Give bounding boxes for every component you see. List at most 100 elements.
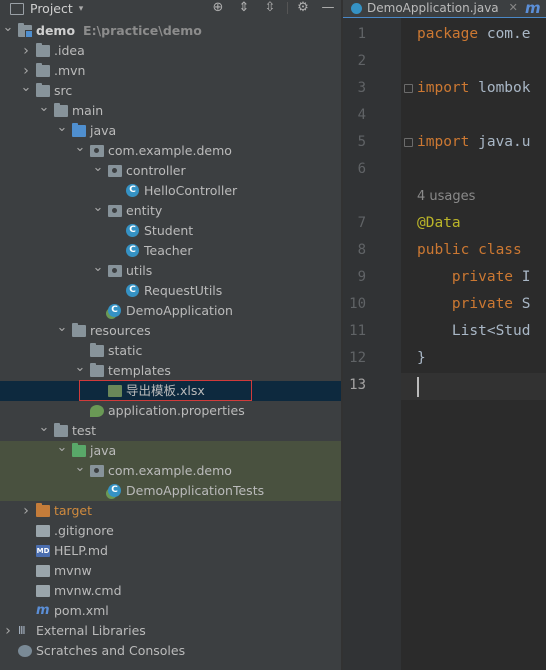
tree-item-demoapplication[interactable]: C DemoApplication — [0, 301, 341, 321]
code-line: import java.u — [417, 129, 531, 156]
spring-class-icon — [351, 2, 362, 14]
tree-item-demo[interactable]: ⌄ demo E:\practice\demo — [0, 21, 341, 41]
tree-item-label: target — [54, 503, 93, 518]
chevron-down-icon[interactable]: ⌄ — [92, 161, 104, 181]
tree-item-teacher[interactable]: C Teacher — [0, 241, 341, 261]
tree-item-hellocontroller[interactable]: C HelloController — [0, 181, 341, 201]
code-line: private I — [417, 264, 531, 291]
tree-item-templates[interactable]: ⌄ templates — [0, 361, 341, 381]
tree-item-idea[interactable]: › .idea — [0, 41, 341, 61]
tree-item-external-libraries[interactable]: › Ⅲ External Libraries — [0, 621, 341, 641]
tree-item-pom-xml[interactable]: m pom.xml — [0, 601, 341, 621]
tree-item-com-example-demo[interactable]: ⌄ com.example.demo — [0, 461, 341, 481]
line-number: 6 — [357, 161, 366, 177]
code-line: List<Stud — [417, 318, 531, 345]
chevron-down-icon[interactable]: ⌄ — [38, 421, 50, 441]
code-token: private — [417, 269, 522, 285]
tree-item-label: com.example.demo — [108, 463, 232, 478]
chevron-down-icon[interactable]: ⌄ — [92, 261, 104, 281]
chevron-down-icon[interactable]: ⌄ — [92, 201, 104, 221]
tree-item-mvnw[interactable]: mvnw — [0, 561, 341, 581]
tree-item-help-md[interactable]: MD HELP.md — [0, 541, 341, 561]
tree-item-scratches-and-consoles[interactable]: Scratches and Consoles — [0, 641, 341, 661]
resources-folder-icon — [72, 323, 86, 337]
line-number: 9 — [357, 269, 366, 285]
tree-item-gitignore[interactable]: .gitignore — [0, 521, 341, 541]
code-token: package — [417, 26, 487, 42]
usages-hint[interactable]: 4 usages — [417, 183, 475, 210]
tree-item-entity[interactable]: ⌄ entity — [0, 201, 341, 221]
tab-demo-application[interactable]: DemoApplication.java ✕ — [351, 0, 518, 16]
tree-item-com-example-demo[interactable]: ⌄ com.example.demo — [0, 141, 341, 161]
tree-item-mvnw-cmd[interactable]: mvnw.cmd — [0, 581, 341, 601]
chevron-down-icon[interactable]: ⌄ — [2, 21, 14, 41]
scratches-icon — [18, 645, 32, 657]
project-view-selector[interactable]: Project ▾ — [10, 0, 83, 18]
chevron-down-icon[interactable]: ⌄ — [38, 101, 50, 121]
tree-item-controller[interactable]: ⌄ controller — [0, 161, 341, 181]
gear-icon[interactable]: ⚙ — [294, 0, 312, 16]
tree-item-label: HelloController — [144, 183, 238, 198]
tree-item-resources[interactable]: ⌄ resources — [0, 321, 341, 341]
tree-item-label: HELP.md — [54, 543, 108, 558]
tree-item-mvn[interactable]: › .mvn — [0, 61, 341, 81]
chevron-down-icon[interactable]: ⌄ — [74, 461, 86, 481]
code-line: package com.e — [417, 21, 531, 48]
code-token: @Data — [417, 215, 461, 231]
spring-class-icon: C — [108, 484, 121, 497]
folder-icon — [54, 103, 68, 117]
tree-item-requestutils[interactable]: C RequestUtils — [0, 281, 341, 301]
chevron-down-icon[interactable]: ⌄ — [20, 81, 32, 101]
code-line: @Data — [417, 210, 461, 237]
tree-item-static[interactable]: static — [0, 341, 341, 361]
text-file-icon — [36, 585, 50, 597]
tree-item-label: controller — [126, 163, 186, 178]
line-number: 2 — [357, 53, 366, 69]
line-number: 3 — [357, 80, 366, 96]
folder-icon — [54, 423, 68, 437]
package-icon — [90, 465, 104, 477]
collapse-all-icon[interactable]: ⇳ — [261, 0, 279, 16]
chevron-right-icon[interactable]: › — [20, 501, 32, 521]
line-number: 5 — [357, 134, 366, 150]
fold-icon[interactable] — [404, 138, 413, 147]
chevron-down-icon[interactable]: ⌄ — [74, 141, 86, 161]
module-folder-icon — [18, 23, 33, 38]
tree-item-demoapplicationtests[interactable]: C DemoApplicationTests — [0, 481, 341, 501]
tree-item-java[interactable]: ⌄ java — [0, 441, 341, 461]
tree-item-student[interactable]: C Student — [0, 221, 341, 241]
minimize-icon[interactable]: — — [319, 0, 337, 16]
chevron-down-icon[interactable]: ⌄ — [56, 441, 68, 461]
fold-icon[interactable] — [404, 84, 413, 93]
tree-item-application-properties[interactable]: application.properties — [0, 401, 341, 421]
line-number: 4 — [357, 107, 366, 123]
line-number: 13 — [349, 377, 366, 393]
tree-item-test[interactable]: ⌄ test — [0, 421, 341, 441]
chevron-down-icon: ▾ — [78, 4, 84, 14]
chevron-right-icon[interactable]: › — [2, 621, 14, 641]
tree-item-utils[interactable]: ⌄ utils — [0, 261, 341, 281]
chevron-down-icon[interactable]: ⌄ — [56, 321, 68, 341]
crosshair-icon[interactable]: ⊕ — [209, 0, 227, 16]
package-icon — [108, 165, 122, 177]
tree-item-src[interactable]: ⌄ src — [0, 81, 341, 101]
tree-item-main[interactable]: ⌄ main — [0, 101, 341, 121]
line-number: 8 — [357, 242, 366, 258]
header-separator — [287, 2, 288, 14]
tree-item-target[interactable]: › target — [0, 501, 341, 521]
close-icon[interactable]: ✕ — [509, 0, 518, 16]
line-number: 10 — [349, 296, 366, 312]
code-line: public class — [417, 237, 531, 264]
expand-all-icon[interactable]: ⇕ — [235, 0, 253, 16]
tree-item-java[interactable]: ⌄ java — [0, 121, 341, 141]
chevron-down-icon[interactable]: ⌄ — [56, 121, 68, 141]
folder-icon — [90, 343, 104, 357]
tree-item-label: .mvn — [54, 63, 86, 78]
chevron-right-icon[interactable]: › — [20, 41, 32, 61]
chevron-down-icon[interactable]: ⌄ — [74, 361, 86, 381]
chevron-right-icon[interactable]: › — [20, 61, 32, 81]
project-icon — [10, 3, 24, 15]
tree-item-label: static — [108, 343, 143, 358]
tab-maven-icon[interactable]: m — [525, 0, 541, 17]
tree-item-label: External Libraries — [36, 623, 146, 638]
